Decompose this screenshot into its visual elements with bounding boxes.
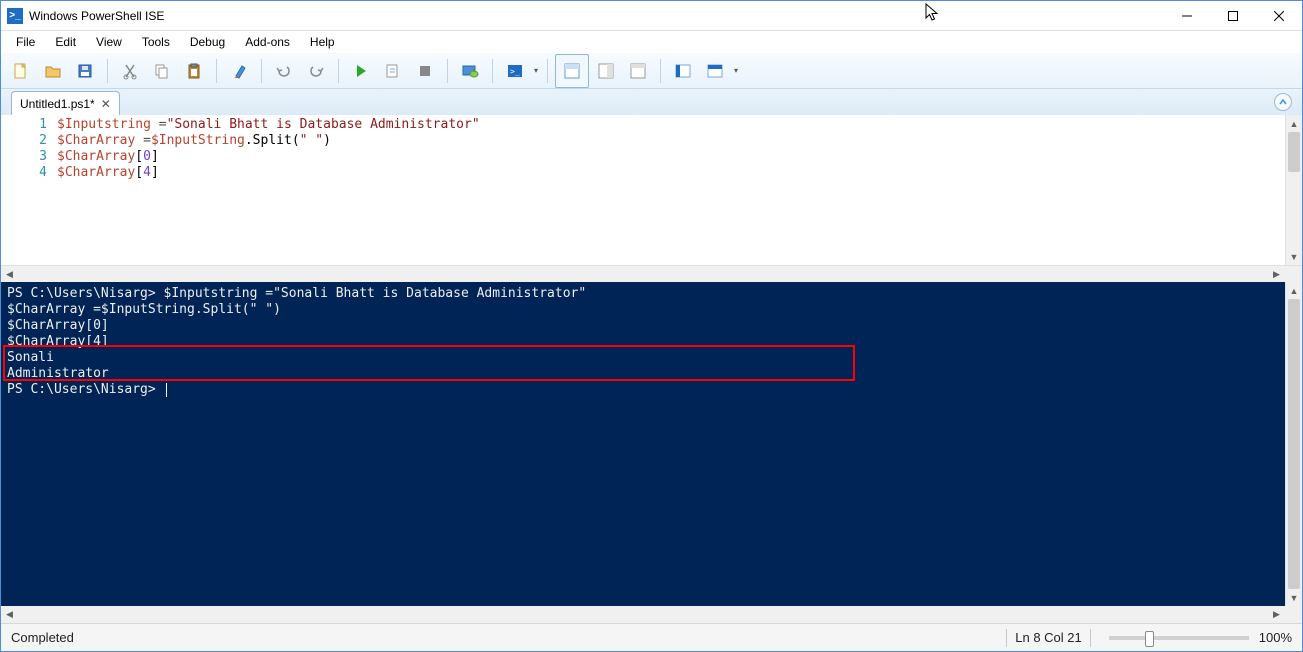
run-selection-button[interactable]: [378, 56, 408, 86]
open-button[interactable]: [38, 56, 68, 86]
menu-help[interactable]: Help: [301, 32, 344, 52]
separator: [547, 59, 548, 83]
separator: [660, 59, 661, 83]
menu-addons[interactable]: Add-ons: [236, 32, 299, 52]
tab-strip: Untitled1.ps1* ✕: [1, 89, 1302, 115]
dropdown-icon[interactable]: ▾: [731, 56, 741, 86]
close-button[interactable]: [1256, 1, 1302, 31]
script-editor[interactable]: 1234 $Inputstring ="Sonali Bhatt is Data…: [1, 115, 1302, 265]
separator: [492, 59, 493, 83]
console-line: PS C:\Users\Nisarg> $Inputstring ="Sonal…: [7, 286, 1279, 302]
scroll-down-icon[interactable]: ▼: [1286, 589, 1302, 606]
status-text: Completed: [11, 630, 998, 645]
separator: [338, 59, 339, 83]
copy-button[interactable]: [147, 56, 177, 86]
code-line: $CharArray[0]: [57, 149, 1302, 165]
scroll-thumb[interactable]: [1288, 132, 1300, 172]
line-gutter: 1234: [1, 115, 57, 265]
clear-button[interactable]: [224, 56, 254, 86]
console-line: Administrator: [7, 366, 1279, 382]
zoom-level: 100%: [1259, 630, 1292, 645]
menu-debug[interactable]: Debug: [181, 32, 234, 52]
menu-tools[interactable]: Tools: [133, 32, 179, 52]
zoom-slider[interactable]: [1109, 636, 1249, 640]
cut-button[interactable]: [115, 56, 145, 86]
console-line: Sonali: [7, 350, 1279, 366]
console-horizontal-scrollbar[interactable]: ◀ ▶: [1, 606, 1302, 623]
show-script-pane-top-button[interactable]: [555, 54, 589, 88]
menu-file[interactable]: File: [7, 32, 44, 52]
scroll-right-icon[interactable]: ▶: [1268, 269, 1285, 280]
undo-button[interactable]: [269, 56, 299, 86]
console-pane[interactable]: PS C:\Users\Nisarg> $Inputstring ="Sonal…: [1, 282, 1285, 606]
menu-edit[interactable]: Edit: [46, 32, 85, 52]
save-button[interactable]: [70, 56, 100, 86]
scroll-down-icon[interactable]: ▼: [1286, 248, 1302, 265]
editor-horizontal-scrollbar[interactable]: ◀ ▶: [1, 265, 1302, 282]
new-button[interactable]: [6, 56, 36, 86]
console-line: $CharArray[4]: [7, 334, 1279, 350]
console-vertical-scrollbar[interactable]: ▲ ▼: [1285, 282, 1302, 606]
editor-vertical-scrollbar[interactable]: ▲ ▼: [1285, 115, 1302, 265]
scroll-left-icon[interactable]: ◀: [1, 609, 18, 620]
powershell-button[interactable]: >_: [500, 56, 530, 86]
stop-button[interactable]: [410, 56, 440, 86]
remote-button[interactable]: [455, 56, 485, 86]
separator: [447, 59, 448, 83]
script-tab[interactable]: Untitled1.ps1* ✕: [11, 91, 120, 115]
zoom-thumb[interactable]: [1145, 631, 1154, 647]
scroll-up-icon[interactable]: ▲: [1286, 282, 1302, 299]
show-script-pane-right-button[interactable]: [591, 56, 621, 86]
show-command-button[interactable]: [668, 56, 698, 86]
show-script-pane-max-button[interactable]: [623, 56, 653, 86]
status-bar: Completed Ln 8 Col 21 100%: [1, 623, 1302, 651]
code-line: $CharArray =$InputString.Split(" "): [57, 133, 1302, 149]
console-line: $CharArray[0]: [7, 318, 1279, 334]
separator: [216, 59, 217, 83]
scroll-thumb[interactable]: [1288, 299, 1300, 589]
window-title: Windows PowerShell ISE: [29, 9, 1164, 23]
console-prompt: PS C:\Users\Nisarg>: [7, 382, 1279, 398]
code-line: $CharArray[4]: [57, 165, 1302, 181]
separator: [1090, 629, 1091, 647]
maximize-button[interactable]: [1210, 1, 1256, 31]
run-button[interactable]: [346, 56, 376, 86]
cursor-icon: [166, 383, 167, 397]
toolbar: >_ ▾ ▾: [1, 53, 1302, 89]
menu-view[interactable]: View: [87, 32, 131, 52]
tab-close-icon[interactable]: ✕: [101, 97, 111, 111]
code-area[interactable]: $Inputstring ="Sonali Bhatt is Database …: [57, 115, 1302, 265]
minimize-button[interactable]: [1164, 1, 1210, 31]
console-line: $CharArray =$InputString.Split(" "): [7, 302, 1279, 318]
separator: [1006, 629, 1007, 647]
svg-text:>_: >_: [510, 67, 520, 76]
console-container: PS C:\Users\Nisarg> $Inputstring ="Sonal…: [1, 282, 1302, 623]
title-bar: >_ Windows PowerShell ISE: [1, 1, 1302, 31]
collapse-script-pane-button[interactable]: [1274, 93, 1292, 111]
scroll-right-icon[interactable]: ▶: [1268, 609, 1285, 620]
redo-button[interactable]: [301, 56, 331, 86]
app-icon: >_: [7, 8, 23, 24]
tab-label: Untitled1.ps1*: [20, 97, 95, 111]
cursor-position: Ln 8 Col 21: [1015, 630, 1082, 645]
show-command-addon-button[interactable]: [700, 56, 730, 86]
menu-bar: File Edit View Tools Debug Add-ons Help: [1, 31, 1302, 53]
script-editor-container: 1234 $Inputstring ="Sonali Bhatt is Data…: [1, 115, 1302, 265]
code-line: $Inputstring ="Sonali Bhatt is Database …: [57, 117, 1302, 133]
separator: [261, 59, 262, 83]
scroll-left-icon[interactable]: ◀: [1, 269, 18, 280]
dropdown-icon[interactable]: ▾: [531, 56, 541, 86]
scroll-up-icon[interactable]: ▲: [1286, 115, 1302, 132]
paste-button[interactable]: [179, 56, 209, 86]
separator: [107, 59, 108, 83]
